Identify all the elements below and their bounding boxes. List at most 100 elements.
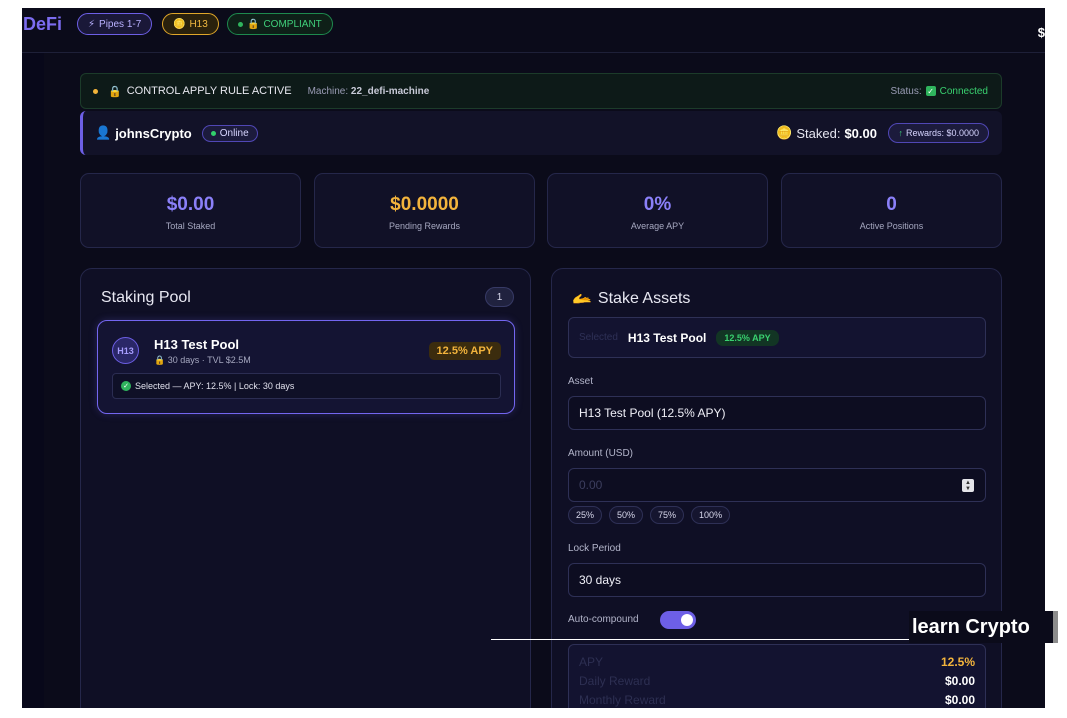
lock-period-select[interactable]: 30 days xyxy=(568,563,986,597)
selected-apy-badge: 12.5% APY xyxy=(716,329,779,346)
stake-summary: APY 12.5% Daily Reward $0.00 Monthly Rew… xyxy=(568,644,986,708)
lock-icon: 🔒 xyxy=(108,85,122,98)
pipes-chip[interactable]: ⚡ Pipes 1-7 xyxy=(77,13,153,35)
panel-title: 🫴 Stake Assets xyxy=(572,289,690,309)
amount-label: Amount (USD) xyxy=(568,448,634,459)
pool-name: H13 Test Pool xyxy=(154,337,240,352)
percent-25-button[interactable]: 25% xyxy=(568,506,603,524)
app-window: DeFi ⚡ Pipes 1-7 🪙 H13 🔒 COMPLIANT $ 🔒 C… xyxy=(22,8,1045,708)
lock-icon: 🔒 xyxy=(247,18,260,30)
percent-buttons: 25% 50% 75% 100% xyxy=(568,506,731,524)
asset-select[interactable]: H13 Test Pool (12.5% APY) xyxy=(568,396,986,430)
header-balance: $ xyxy=(1037,25,1045,40)
status-label: Status: xyxy=(890,85,922,97)
side-strip xyxy=(22,53,44,708)
h13-chip[interactable]: 🪙 H13 xyxy=(162,13,219,35)
stat-label: Pending Rewards xyxy=(388,221,461,231)
compliant-chip-label: COMPLIANT xyxy=(263,18,322,30)
asset-label: Asset xyxy=(568,376,594,387)
stat-label: Total Staked xyxy=(165,221,216,231)
machine-label: Machine: xyxy=(307,85,349,97)
pool-meta-text: 30 days · TVL $2.5M xyxy=(167,355,251,365)
rewards-label: Rewards: $0.0000 xyxy=(905,128,979,138)
lightning-icon: ⚡ xyxy=(88,18,96,30)
selected-faint-label: Selected xyxy=(579,332,618,343)
top-bar: DeFi ⚡ Pipes 1-7 🪙 H13 🔒 COMPLIANT $ xyxy=(22,8,1045,53)
staked-label: Staked: xyxy=(796,125,841,141)
machine-value: 22_defi-machine xyxy=(350,85,430,97)
machine-info: Machine: 22_defi-machine xyxy=(308,86,430,97)
overlay-underline xyxy=(491,639,911,640)
arrow-up-icon: ↑ xyxy=(898,128,903,138)
staked-value: $0.00 xyxy=(844,125,877,141)
stat-card-average-apy: 0% Average APY xyxy=(547,173,768,248)
pool-apy-badge: 12.5% APY xyxy=(428,342,501,360)
summary-monthly-row: Monthly Reward $0.00 xyxy=(579,693,975,707)
number-spinner-icon[interactable]: ▲ ▼ xyxy=(962,479,974,492)
stat-value: 0% xyxy=(643,194,672,215)
status-dot-icon xyxy=(238,21,243,27)
hand-coin-icon: 🫴 xyxy=(572,291,592,308)
user-bar: 👤 johnsCrypto Online 🪙 Staked: $0.00 ↑ R… xyxy=(80,111,1002,155)
summary-daily-value: $0.00 xyxy=(944,674,975,688)
percent-75-button[interactable]: 75% xyxy=(650,506,685,524)
selected-text: Selected — APY: 12.5% | Lock: 30 days xyxy=(135,381,295,391)
active-dot-icon xyxy=(93,88,98,94)
staking-pool-panel: Staking Pool 1 H13 H13 Test Pool 🔒 30 da… xyxy=(80,268,531,708)
status-value: Connected xyxy=(939,85,988,97)
stat-card-pending-rewards: $0.0000 Pending Rewards xyxy=(314,173,535,248)
percent-50-button[interactable]: 50% xyxy=(609,506,644,524)
summary-monthly-label: Monthly Reward xyxy=(579,693,666,707)
checkbox-icon: ✓ xyxy=(925,86,936,96)
stat-label: Average APY xyxy=(630,221,685,231)
rewards-button[interactable]: ↑ Rewards: $0.0000 xyxy=(888,123,989,143)
stat-card-active-positions: 0 Active Positions xyxy=(781,173,1002,248)
pool-card[interactable]: H13 H13 Test Pool 🔒 30 days · TVL $2.5M … xyxy=(97,320,515,414)
selected-pool-name: H13 Test Pool xyxy=(627,330,707,345)
learn-crypto-label: learn Crypto xyxy=(909,611,1058,643)
stat-value: $0.0000 xyxy=(390,194,459,215)
pool-logo: H13 xyxy=(112,337,139,364)
amount-input[interactable]: 0.00 ▲ ▼ xyxy=(568,468,986,502)
h13-chip-label: H13 xyxy=(189,18,208,30)
user-name[interactable]: 👤 johnsCrypto xyxy=(95,125,192,141)
selected-pool-box: Selected H13 Test Pool 12.5% APY xyxy=(568,317,986,358)
summary-apy-row: APY 12.5% xyxy=(579,655,975,669)
stat-label: Active Positions xyxy=(859,221,924,231)
pool-count-badge: 1 xyxy=(485,287,514,307)
rule-text: CONTROL APPLY RULE ACTIVE xyxy=(126,85,292,97)
stat-value: $0.00 xyxy=(166,194,215,215)
coins-icon: 🪙 xyxy=(776,125,793,140)
summary-daily-label: Daily Reward xyxy=(579,674,651,688)
user-icon: 👤 xyxy=(95,125,112,140)
coins-icon: 🪙 xyxy=(173,18,186,30)
amount-placeholder: 0.00 xyxy=(579,478,603,492)
pipes-chip-label: Pipes 1-7 xyxy=(99,18,142,30)
toggle-knob xyxy=(681,614,693,626)
summary-apy-value: 12.5% xyxy=(940,655,975,669)
online-dot-icon xyxy=(210,130,216,136)
brand-logo[interactable]: DeFi xyxy=(23,14,62,35)
pool-selected-bar: ✓ Selected — APY: 12.5% | Lock: 30 days xyxy=(112,373,501,399)
stat-card-total-staked: $0.00 Total Staked xyxy=(80,173,301,248)
panel-title-text: Stake Assets xyxy=(597,290,691,307)
online-badge: Online xyxy=(201,124,258,142)
pool-meta: 🔒 30 days · TVL $2.5M xyxy=(154,355,251,366)
auto-compound-label: Auto-compound xyxy=(568,614,639,625)
compliant-chip[interactable]: 🔒 COMPLIANT xyxy=(227,13,333,35)
username-label: johnsCrypto xyxy=(115,125,192,141)
panel-title: Staking Pool xyxy=(101,289,191,306)
control-rule-bar: 🔒 CONTROL APPLY RULE ACTIVE Machine: 22_… xyxy=(80,73,1002,109)
check-circle-icon: ✓ xyxy=(121,381,131,391)
auto-compound-toggle[interactable] xyxy=(660,611,696,629)
online-label: Online xyxy=(219,127,249,139)
summary-apy-label: APY xyxy=(579,655,604,669)
summary-monthly-value: $0.00 xyxy=(944,693,975,707)
percent-100-button[interactable]: 100% xyxy=(691,506,731,524)
summary-daily-row: Daily Reward $0.00 xyxy=(579,674,975,688)
stat-value: 0 xyxy=(886,194,897,215)
connection-status: Status: ✓ Connected xyxy=(890,86,988,97)
stats-row: $0.00 Total Staked $0.0000 Pending Rewar… xyxy=(80,173,1002,248)
staked-summary: 🪙 Staked: $0.00 xyxy=(776,125,877,141)
lock-period-label: Lock Period xyxy=(568,543,621,554)
